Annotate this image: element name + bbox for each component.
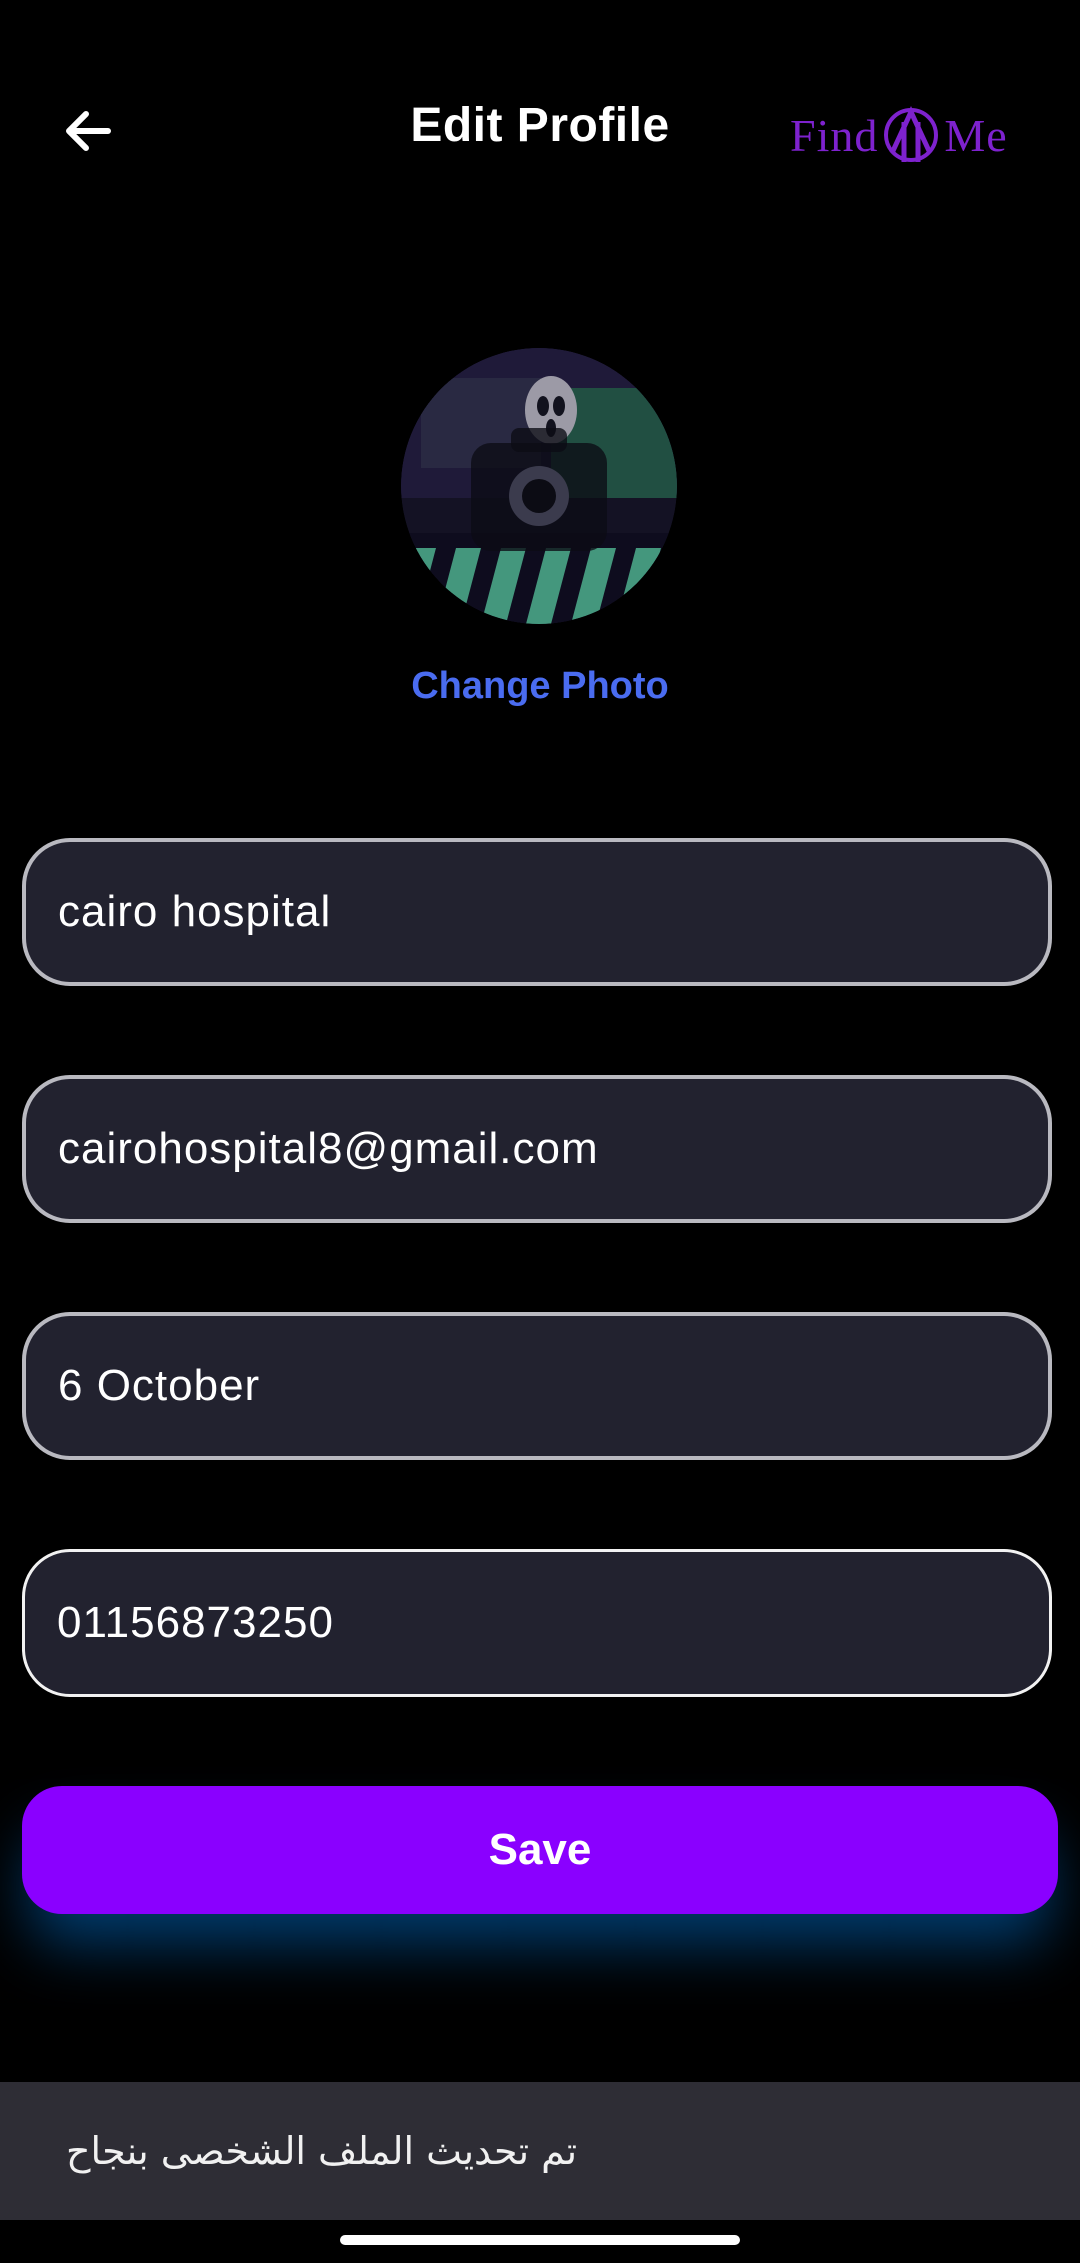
avatar-image <box>401 348 677 624</box>
change-photo-link[interactable]: Change Photo <box>0 665 1080 708</box>
logo-mark-icon <box>884 106 939 162</box>
findme-logo: Find Me <box>790 100 1020 170</box>
app-header: Edit Profile Find Me <box>0 0 1080 260</box>
phone-field[interactable] <box>22 1549 1052 1697</box>
email-field[interactable] <box>22 1075 1052 1223</box>
profile-avatar[interactable] <box>401 348 677 624</box>
save-button[interactable]: Save <box>22 1786 1058 1914</box>
snackbar: تم تحديث الملف الشخصى بنجاح <box>0 2082 1080 2220</box>
name-input[interactable] <box>58 887 1018 937</box>
address-input[interactable] <box>58 1361 1018 1411</box>
logo-text-right: Me <box>944 109 1008 161</box>
phone-input[interactable] <box>57 1598 1017 1648</box>
name-field[interactable] <box>22 838 1052 986</box>
snackbar-message: تم تحديث الملف الشخصى بنجاح <box>66 2129 578 2173</box>
email-input[interactable] <box>58 1124 1018 1174</box>
home-indicator[interactable] <box>340 2235 740 2245</box>
address-field[interactable] <box>22 1312 1052 1460</box>
logo-text-left: Find <box>790 109 879 161</box>
